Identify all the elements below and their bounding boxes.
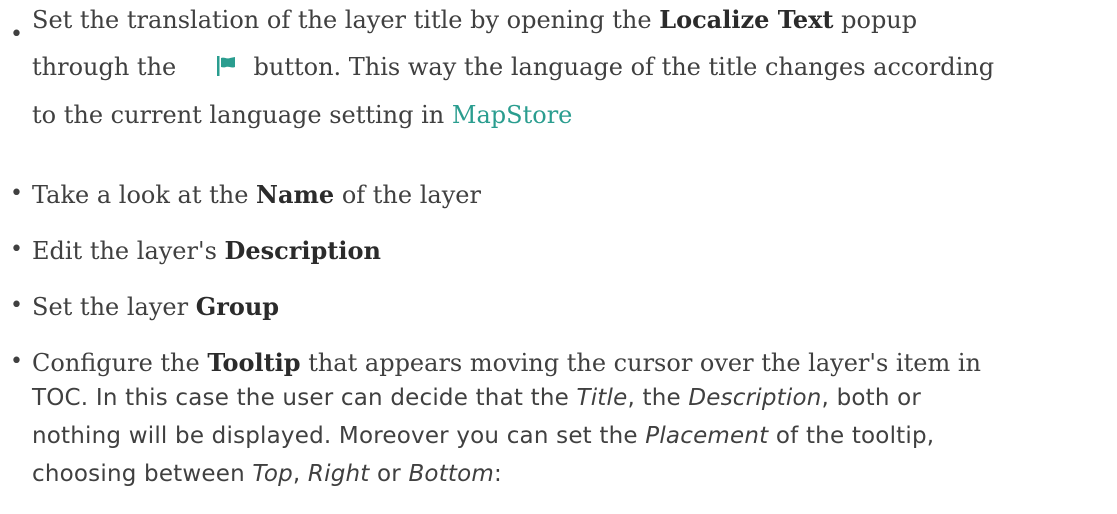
line: Edit the layer's Description: [32, 236, 381, 265]
line: through the button. This way the languag…: [32, 53, 995, 81]
line: Set the layer Group: [32, 292, 280, 321]
line: choosing between Top, Right or Bottom:: [32, 461, 502, 487]
bullet: •: [10, 349, 23, 374]
bullet: •: [10, 181, 23, 206]
mapstore-link[interactable]: MapStore: [452, 101, 572, 129]
bullet: •: [10, 22, 23, 47]
line: nothing will be displayed. Moreover you …: [32, 423, 935, 449]
line: Configure the Tooltip that appears movin…: [32, 348, 981, 377]
bullet: •: [10, 237, 23, 262]
line: TOC. In this case the user can decide th…: [32, 385, 922, 411]
bullet: •: [10, 293, 23, 318]
line: to the current language setting in MapSt…: [32, 101, 573, 129]
line: Set the translation of the layer title b…: [32, 5, 918, 34]
document-content: • Set the translation of the layer title…: [0, 0, 1117, 514]
localize-text-label: Localize Text: [659, 5, 834, 34]
flag-icon: [214, 54, 238, 78]
line: Take a look at the Name of the layer: [32, 180, 481, 209]
